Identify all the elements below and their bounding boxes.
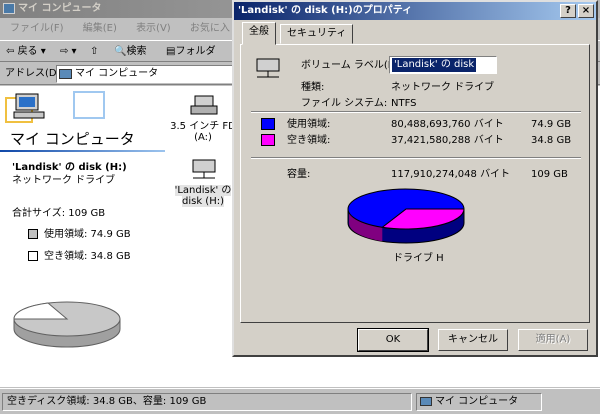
used-bytes: 80,488,693,760 バイト	[391, 119, 504, 130]
disk-usage-pie	[13, 301, 121, 348]
pane-title: マイ コンピュータ	[10, 130, 135, 148]
cancel-button[interactable]: キャンセル	[438, 329, 508, 351]
general-tab-panel: ボリューム ラベル(L): 'Landisk' の disk 種類: ネットワー…	[240, 44, 590, 323]
properties-dialog: 'Landisk' の disk (H:)のプロパティ ? × 全般 セキュリテ…	[232, 0, 598, 357]
ok-button[interactable]: OK	[357, 328, 429, 352]
type-value: ネットワーク ドライブ	[391, 82, 495, 93]
status-free-space: 空きディスク領域: 34.8 GB、容量: 109 GB	[2, 393, 412, 411]
used-caption: 使用領域:	[287, 119, 331, 130]
address-label: アドレス(D)	[5, 68, 61, 79]
address-input[interactable]: マイ コンピュータ	[56, 65, 236, 83]
menu-view[interactable]: 表示(V)	[136, 23, 171, 34]
free-legend-icon	[28, 251, 38, 261]
floppy-drive-item[interactable]: 3.5 インチ FD (A:)	[168, 90, 238, 143]
explorer-title: マイ コンピュータ	[18, 3, 102, 14]
forward-button[interactable]: ⇨ ▾	[60, 44, 77, 60]
menu-edit[interactable]: 編集(E)	[83, 23, 117, 34]
close-button[interactable]: ×	[578, 4, 594, 18]
disk-usage-pie-chart	[347, 188, 465, 244]
volume-label-caption: ボリューム ラベル(L):	[301, 60, 401, 71]
used-legend-label: 使用領域: 74.9 GB	[44, 229, 131, 240]
tab-security[interactable]: セキュリティ	[280, 24, 354, 44]
free-bytes: 37,421,580,288 バイト	[391, 135, 504, 146]
separator	[251, 157, 581, 159]
drive-caption: ドライブ H	[393, 253, 444, 264]
floppy-drive-icon	[190, 95, 218, 115]
free-color-swatch	[261, 134, 275, 146]
capacity-gb: 109 GB	[531, 169, 568, 180]
computer-icon	[420, 397, 432, 406]
help-button[interactable]: ?	[560, 4, 576, 18]
search-button[interactable]: 🔍検索	[114, 44, 146, 60]
free-legend-label: 空き領域: 34.8 GB	[44, 251, 131, 262]
total-size: 合計サイズ: 109 GB	[12, 208, 106, 219]
computer-icon	[3, 3, 15, 14]
filesystem-value: NTFS	[391, 98, 417, 109]
search-icon: 🔍	[114, 46, 127, 57]
up-folder-icon: ⇧	[90, 46, 99, 57]
capacity-bytes: 117,910,274,048 バイト	[391, 169, 511, 180]
apply-button[interactable]: 適用(A)	[518, 329, 588, 351]
used-color-swatch	[261, 118, 275, 130]
tab-general[interactable]: 全般	[242, 22, 276, 45]
forward-arrow-icon: ⇨ ▾	[60, 46, 77, 57]
network-drive-icon	[192, 159, 216, 179]
used-gb: 74.9 GB	[531, 119, 572, 130]
dialog-titlebar[interactable]: 'Landisk' の disk (H:)のプロパティ ? ×	[234, 2, 596, 20]
menu-file[interactable]: ファイル(F)	[10, 23, 64, 34]
capacity-caption: 容量:	[287, 169, 311, 180]
network-drive-icon	[256, 58, 280, 78]
free-caption: 空き領域:	[287, 135, 331, 146]
volume-label-input[interactable]: 'Landisk' の disk	[389, 56, 497, 74]
up-folder-button[interactable]: ⇧	[90, 44, 98, 60]
folders-button[interactable]: ▤フォルダ	[166, 44, 215, 60]
computer-icon	[59, 69, 72, 79]
dialog-title: 'Landisk' の disk (H:)のプロパティ	[238, 5, 413, 16]
statusbar: 空きディスク領域: 34.8 GB、容量: 109 GB マイ コンピュータ	[0, 388, 600, 414]
separator	[251, 111, 581, 113]
back-arrow-icon: ⇦	[6, 46, 18, 57]
free-gb: 34.8 GB	[531, 135, 572, 146]
network-drive-item[interactable]: 'Landisk' の disk (H:)	[168, 156, 238, 207]
filesystem-caption: ファイル システム:	[301, 98, 388, 109]
left-pane: マイ コンピュータ 'Landisk' の disk (H:) ネットワーク ド…	[0, 86, 170, 387]
used-legend-icon	[28, 229, 38, 239]
status-location: マイ コンピュータ	[416, 393, 542, 411]
drive-type: ネットワーク ドライブ	[12, 175, 116, 186]
back-button[interactable]: ⇦ 戻る ▾	[6, 44, 46, 60]
type-caption: 種類:	[301, 82, 325, 93]
pane-divider	[0, 150, 165, 152]
my-computer-banner-icon	[5, 91, 105, 123]
drive-name: 'Landisk' の disk (H:)	[12, 162, 127, 173]
